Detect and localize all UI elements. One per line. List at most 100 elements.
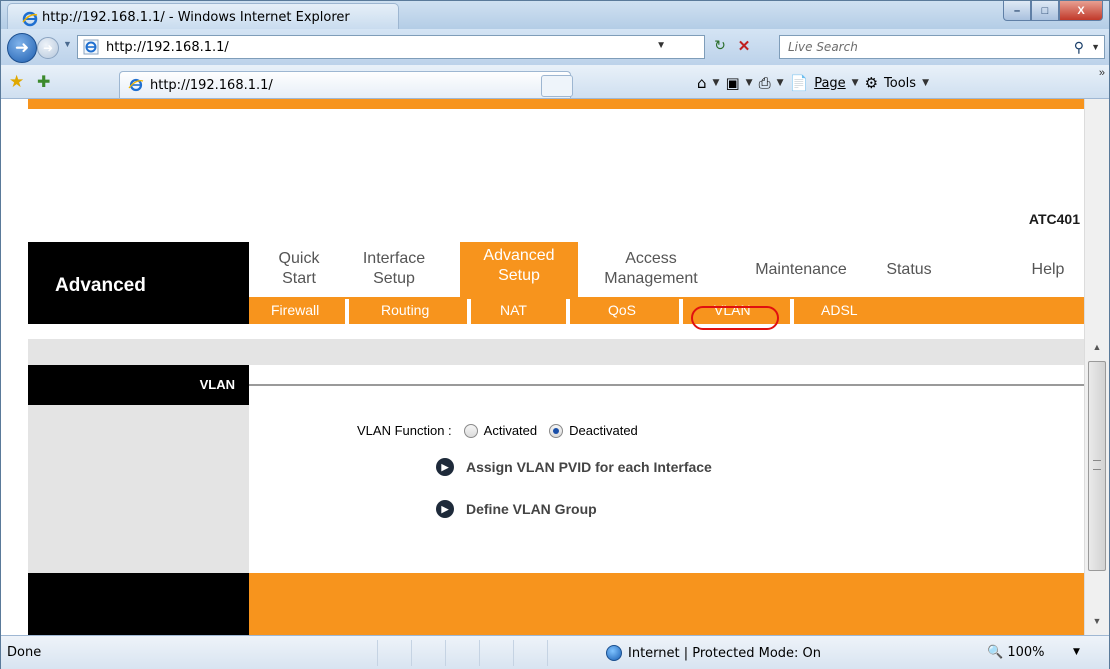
add-favorite-icon[interactable]: ✚ — [37, 72, 50, 92]
title-bar: http://192.168.1.1/ - Windows Internet E… — [1, 1, 1109, 29]
print-icon[interactable]: ⎙ — [759, 74, 771, 92]
submenu-firewall[interactable]: Firewall — [271, 302, 319, 318]
title-tab: http://192.168.1.1/ - Windows Internet E… — [7, 3, 399, 29]
vlan-function-row: VLAN Function : Activated Deactivated — [357, 423, 638, 438]
menu-interface-setup[interactable]: Interface Setup — [346, 249, 442, 289]
url-text: http://192.168.1.1/ — [106, 40, 229, 55]
close-button[interactable]: X — [1059, 1, 1103, 21]
scroll-grip — [1093, 460, 1101, 470]
gear-icon: ⚙ — [864, 74, 879, 92]
refresh-icon[interactable]: ↻ — [709, 37, 731, 57]
window-title: http://192.168.1.1/ - Windows Internet E… — [42, 10, 350, 25]
vertical-scrollbar[interactable]: ▲ ▼ — [1084, 99, 1109, 635]
menu-label: Setup — [498, 267, 540, 284]
play-bullet-icon: ▶ — [436, 500, 454, 518]
radio-deactivated[interactable] — [549, 423, 564, 438]
submenu-nat[interactable]: NAT — [500, 302, 527, 318]
page-menu[interactable]: Page — [814, 76, 845, 91]
submenu-qos[interactable]: QoS — [608, 302, 636, 318]
status-cell — [479, 640, 513, 666]
ie-logo-icon — [22, 11, 38, 27]
tab-title: http://192.168.1.1/ — [150, 78, 273, 93]
window-controls: – □ X — [1003, 1, 1103, 23]
url-dropdown-icon[interactable]: ▼ — [656, 40, 666, 51]
print-dropdown-icon[interactable]: ▼ — [777, 78, 784, 88]
link-define-vlan-group[interactable]: ▶ Define VLAN Group — [436, 500, 597, 518]
submenu-divider — [679, 299, 683, 324]
page-dropdown-icon[interactable]: ▼ — [852, 78, 859, 88]
top-orange-bar — [28, 99, 1084, 109]
submenu-routing[interactable]: Routing — [381, 302, 429, 318]
footer-orange — [249, 573, 1084, 635]
url-field[interactable]: http://192.168.1.1/ ▼ — [77, 35, 705, 59]
history-dropdown-icon[interactable]: ▼ — [63, 39, 72, 49]
zoom-dropdown-icon[interactable]: ▼ — [1073, 647, 1080, 657]
minimize-button[interactable]: – — [1003, 1, 1031, 21]
stop-icon[interactable]: ✕ — [733, 37, 755, 57]
menu-advanced-setup[interactable]: Advanced Setup — [460, 246, 578, 286]
section-divider — [249, 384, 1084, 386]
status-bar: Done Internet | Protected Mode: On 🔍 100… — [1, 635, 1109, 669]
ie-page-icon — [128, 78, 144, 92]
new-tab-button[interactable] — [541, 75, 573, 97]
address-bar: ➜ ➜ ▼ http://192.168.1.1/ ▼ ↻ ✕ Live Sea… — [1, 29, 1109, 65]
tab-current[interactable]: http://192.168.1.1/ — [119, 71, 571, 98]
search-input[interactable]: Live Search ⚲ ▼ — [779, 35, 1105, 59]
menu-label: Start — [282, 270, 316, 287]
menu-help[interactable]: Help — [1018, 260, 1078, 280]
back-button[interactable]: ➜ — [7, 33, 37, 63]
status-text: Done — [7, 645, 42, 660]
radio-deactivated-label: Deactivated — [569, 423, 638, 438]
radio-activated[interactable] — [463, 423, 478, 438]
search-dropdown-icon[interactable]: ▼ — [1091, 42, 1100, 52]
security-zone[interactable]: Internet | Protected Mode: On — [606, 645, 821, 661]
home-dropdown-icon[interactable]: ▼ — [713, 78, 720, 88]
arrow-right-icon: ➜ — [42, 41, 54, 55]
tools-menu[interactable]: Tools — [884, 76, 916, 91]
scroll-up-icon[interactable]: ▲ — [1085, 337, 1109, 357]
menu-label: Setup — [373, 270, 415, 287]
play-bullet-icon: ▶ — [436, 458, 454, 476]
favorites-star-icon[interactable]: ★ — [9, 72, 24, 92]
command-bar: ★ ✚ http://192.168.1.1/ ⌂ ▼ ▣ ▼ ⎙ ▼ 📄 Pa… — [1, 65, 1109, 99]
submenu-divider — [345, 299, 349, 324]
zoom-level[interactable]: 🔍 100% — [987, 645, 1045, 660]
tools-dropdown-icon[interactable]: ▼ — [922, 78, 929, 88]
menu-access-management[interactable]: Access Management — [588, 249, 714, 289]
maximize-button[interactable]: □ — [1031, 1, 1059, 21]
browser-window: http://192.168.1.1/ - Windows Internet E… — [0, 0, 1110, 669]
menu-label: Interface — [362, 250, 426, 267]
menu-label: Maintenance — [755, 261, 847, 278]
submenu-divider — [790, 299, 794, 324]
menu-label: Help — [1031, 261, 1065, 278]
menu-status[interactable]: Status — [876, 260, 942, 280]
gray-band — [28, 339, 1084, 365]
menu-quick-start[interactable]: Quick Start — [264, 249, 334, 289]
search-icon[interactable]: ⚲ — [1074, 39, 1084, 56]
sub-menu-bar — [249, 297, 1084, 324]
vlan-highlight-ring — [691, 306, 779, 330]
status-cell — [513, 640, 547, 666]
section-label: Advanced — [55, 275, 146, 296]
link-assign-pvid[interactable]: ▶ Assign VLAN PVID for each Interface — [436, 458, 712, 476]
menu-label: Quick — [278, 250, 320, 267]
feeds-icon[interactable]: ▣ — [725, 74, 739, 92]
status-cell — [377, 640, 411, 666]
menu-maintenance[interactable]: Maintenance — [740, 260, 862, 280]
page-icon: 📄 — [789, 74, 809, 92]
scroll-thumb[interactable] — [1088, 361, 1106, 571]
forward-button[interactable]: ➜ — [37, 37, 59, 59]
status-cell — [547, 640, 581, 666]
content-left-edge — [1, 99, 28, 635]
scroll-down-icon[interactable]: ▼ — [1085, 611, 1109, 631]
home-icon[interactable]: ⌂ — [697, 74, 707, 92]
chevron-right-icon[interactable]: » — [1099, 67, 1105, 79]
submenu-divider — [566, 299, 570, 324]
radio-activated-label: Activated — [483, 423, 538, 438]
status-cells — [377, 640, 581, 666]
submenu-adsl[interactable]: ADSL — [821, 302, 858, 318]
zone-text: Internet | Protected Mode: On — [628, 645, 822, 661]
link-label: Assign VLAN PVID for each Interface — [466, 459, 712, 475]
command-tools: ⌂ ▼ ▣ ▼ ⎙ ▼ 📄 Page ▼ ⚙ Tools ▼ — [697, 73, 929, 93]
feeds-dropdown-icon[interactable]: ▼ — [746, 78, 753, 88]
